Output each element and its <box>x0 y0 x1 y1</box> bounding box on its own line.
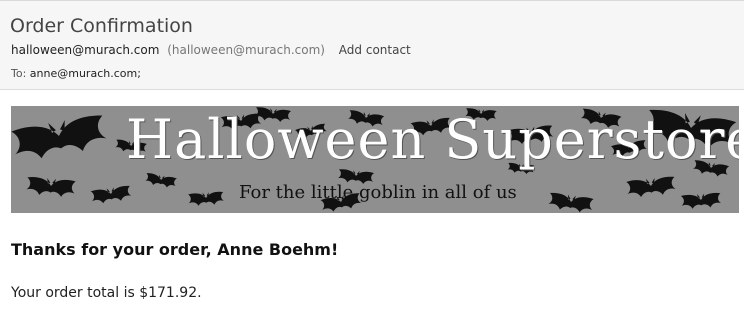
order-greeting: Thanks for your order, Anne Boehm! <box>11 240 339 259</box>
to-label: To: <box>11 67 27 80</box>
halloween-banner: Halloween Superstore For the little gobl… <box>11 106 739 213</box>
sender-name[interactable]: halloween@murach.com <box>11 43 159 57</box>
bat-icon <box>188 191 225 207</box>
banner-title: Halloween Superstore <box>126 108 739 171</box>
bat-icon <box>26 176 76 198</box>
bat-icon <box>11 113 108 163</box>
from-line: halloween@murach.com (halloween@murach.c… <box>11 43 411 57</box>
email-header: Order Confirmation halloween@murach.com … <box>0 0 744 90</box>
bat-icon <box>144 172 178 189</box>
recipient-address[interactable]: anne@murach.com; <box>30 67 141 80</box>
bat-icon <box>547 192 594 213</box>
banner-subtitle: For the little goblin in all of us <box>239 182 517 203</box>
email-subject: Order Confirmation <box>10 15 193 37</box>
sender-address: (halloween@murach.com) <box>167 43 325 57</box>
add-contact-link[interactable]: Add contact <box>339 43 411 57</box>
email-window: Order Confirmation halloween@murach.com … <box>0 0 744 318</box>
order-total-text: Your order total is $171.92. <box>11 285 202 301</box>
bat-icon <box>626 175 677 199</box>
bat-icon <box>90 185 132 205</box>
bat-icon <box>680 192 722 210</box>
to-line: To: anne@murach.com; <box>11 67 141 80</box>
